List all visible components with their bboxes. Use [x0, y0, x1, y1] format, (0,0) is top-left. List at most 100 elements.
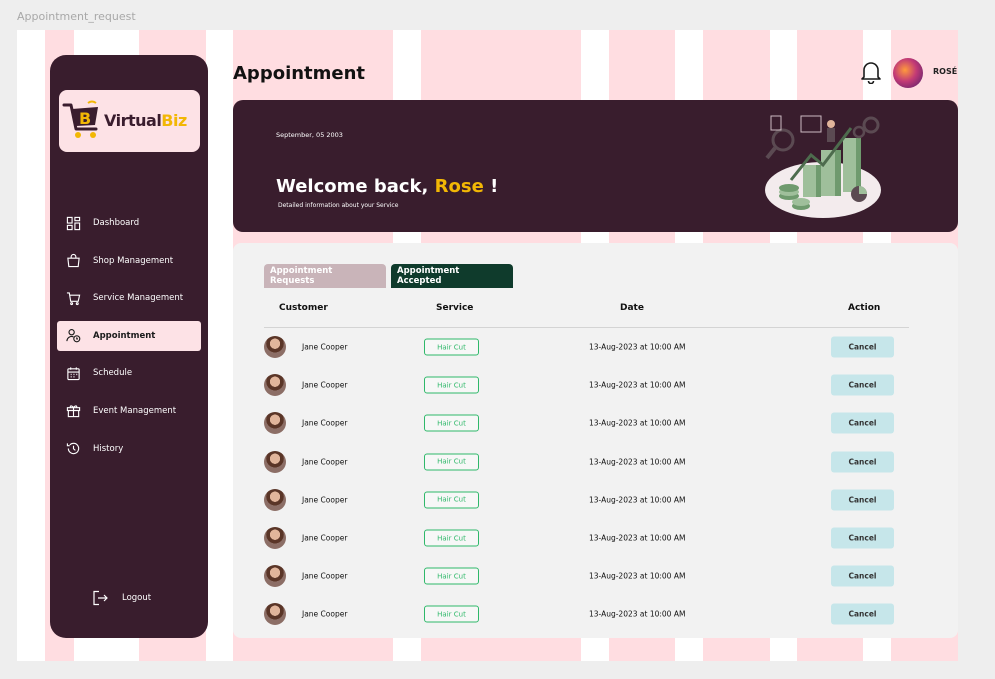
sidebar-item-label: Schedule: [93, 368, 133, 379]
customer-name: Jane Cooper: [302, 342, 348, 352]
table-row: Jane Cooper Hair Cut 13-Aug-2023 at 10:0…: [264, 328, 909, 366]
appointment-date: 13-Aug-2023 at 10:00 AM: [589, 571, 686, 581]
shopping-cart-logo-icon: B: [62, 100, 98, 138]
banner-subtitle: Detailed information about your Service: [278, 202, 399, 209]
bell-icon[interactable]: [860, 60, 882, 84]
history-icon: [66, 442, 80, 455]
appointment-date: 13-Aug-2023 at 10:00 AM: [589, 418, 686, 428]
cancel-button[interactable]: Cancel: [831, 565, 894, 587]
logout-label: Logout: [122, 593, 152, 603]
table-row: Jane Cooper Hair Cut 13-Aug-2023 at 10:0…: [264, 595, 909, 633]
table-header: Customer Service Date Action: [264, 298, 909, 328]
service-tag: Hair Cut: [424, 414, 479, 432]
user-clock-icon: [66, 329, 81, 343]
table-row: Jane Cooper Hair Cut 13-Aug-2023 at 10:0…: [264, 481, 909, 519]
column-header-date: Date: [620, 303, 644, 313]
service-tag: Hair Cut: [424, 376, 479, 394]
table-row: Jane Cooper Hair Cut 13-Aug-2023 at 10:0…: [264, 557, 909, 595]
brand-name: VirtualBiz: [104, 111, 187, 130]
user-name[interactable]: ROSÉ: [933, 67, 957, 76]
appointment-date: 13-Aug-2023 at 10:00 AM: [589, 342, 686, 352]
service-tag: Hair Cut: [424, 453, 479, 471]
appointment-date: 13-Aug-2023 at 10:00 AM: [589, 609, 686, 619]
cancel-button[interactable]: Cancel: [831, 412, 894, 434]
customer-avatar: [264, 527, 286, 550]
sidebar-item-label: Appointment: [93, 330, 156, 341]
service-tag: Hair Cut: [424, 338, 479, 356]
brand-logo[interactable]: B VirtualBiz: [59, 90, 200, 152]
customer-avatar: [264, 336, 286, 359]
table-row: Jane Cooper Hair Cut 13-Aug-2023 at 10:0…: [264, 443, 909, 481]
service-tag: Hair Cut: [424, 605, 479, 623]
sidebar-item-event-management[interactable]: Event Management: [57, 396, 201, 426]
appointment-date: 13-Aug-2023 at 10:00 AM: [589, 495, 686, 505]
customer-avatar: [264, 374, 286, 397]
logout-icon: [93, 590, 108, 606]
appointments-panel: Appointment Requests Appointment Accepte…: [233, 243, 958, 638]
sidebar-item-schedule[interactable]: Schedule: [57, 358, 201, 388]
sidebar-item-label: Service Management: [93, 293, 184, 304]
sidebar-item-label: Dashboard: [93, 218, 140, 228]
appointment-tabs: Appointment Requests Appointment Accepte…: [264, 264, 513, 288]
customer-avatar: [264, 603, 286, 626]
gift-icon: [66, 405, 81, 418]
cancel-button[interactable]: Cancel: [831, 336, 894, 358]
cancel-button[interactable]: Cancel: [831, 451, 894, 473]
artboard: B VirtualBiz Dashboard Shop Management S…: [17, 30, 958, 661]
finance-illustration-icon: [765, 115, 881, 218]
column-header-customer: Customer: [279, 303, 328, 313]
service-tag: Hair Cut: [424, 491, 479, 509]
sidebar-item-appointment[interactable]: Appointment: [57, 320, 201, 351]
column-header-service: Service: [436, 303, 474, 313]
service-tag: Hair Cut: [424, 567, 479, 585]
sidebar-item-label: Event Management: [93, 405, 177, 416]
table-row: Jane Cooper Hair Cut 13-Aug-2023 at 10:0…: [264, 519, 909, 557]
customer-name: Jane Cooper: [302, 380, 348, 390]
appointment-date: 13-Aug-2023 at 10:00 AM: [589, 533, 686, 543]
table-row: Jane Cooper Hair Cut 13-Aug-2023 at 10:0…: [264, 404, 909, 442]
customer-name: Jane Cooper: [302, 571, 348, 581]
shopping-bag-icon: [67, 253, 80, 268]
customer-avatar: [264, 488, 286, 511]
calendar-icon: [67, 367, 80, 381]
sidebar: B VirtualBiz Dashboard Shop Management S…: [50, 55, 208, 638]
banner-date: September, 05 2003: [276, 131, 343, 139]
svg-text:B: B: [79, 109, 91, 128]
cancel-button[interactable]: Cancel: [831, 527, 894, 549]
cancel-button[interactable]: Cancel: [831, 489, 894, 511]
cancel-button[interactable]: Cancel: [831, 374, 894, 396]
appointments-table: Customer Service Date Action Jane Cooper…: [264, 298, 909, 634]
welcome-heading: Welcome back, Rose !: [276, 176, 499, 197]
customer-name: Jane Cooper: [302, 418, 348, 428]
sidebar-item-label: History: [93, 443, 124, 454]
customer-avatar: [264, 412, 286, 435]
frame-label: Appointment_request: [17, 10, 136, 23]
tab-appointment-accepted[interactable]: Appointment Accepted: [391, 264, 513, 288]
service-tag: Hair Cut: [424, 529, 479, 547]
table-body: Jane Cooper Hair Cut 13-Aug-2023 at 10:0…: [264, 328, 909, 634]
column-header-action: Action: [848, 303, 881, 313]
user-avatar[interactable]: [893, 58, 923, 88]
logout-button[interactable]: Logout: [92, 590, 151, 606]
sidebar-item-history[interactable]: History: [57, 434, 201, 464]
sidebar-item-service-management[interactable]: Service Management: [57, 283, 201, 313]
welcome-banner: September, 05 2003 Welcome back, Rose ! …: [233, 100, 958, 232]
appointment-date: 13-Aug-2023 at 10:00 AM: [589, 380, 686, 390]
table-row: Jane Cooper Hair Cut 13-Aug-2023 at 10:0…: [264, 366, 909, 404]
customer-avatar: [264, 565, 286, 588]
customer-avatar: [264, 450, 286, 473]
customer-name: Jane Cooper: [302, 609, 348, 619]
sidebar-item-shop-management[interactable]: Shop Management: [57, 246, 201, 276]
cancel-button[interactable]: Cancel: [831, 603, 894, 625]
sidebar-nav: Dashboard Shop Management Service Manage…: [57, 208, 201, 471]
tab-appointment-requests[interactable]: Appointment Requests: [264, 264, 386, 288]
cart-icon: [66, 292, 81, 305]
sidebar-item-dashboard[interactable]: Dashboard: [57, 208, 201, 238]
customer-name: Jane Cooper: [302, 495, 348, 505]
customer-name: Jane Cooper: [302, 533, 348, 543]
dashboard-icon: [66, 216, 81, 230]
sidebar-item-label: Shop Management: [93, 255, 174, 266]
customer-name: Jane Cooper: [302, 457, 348, 467]
appointment-date: 13-Aug-2023 at 10:00 AM: [589, 457, 686, 467]
page-title: Appointment: [233, 63, 366, 84]
